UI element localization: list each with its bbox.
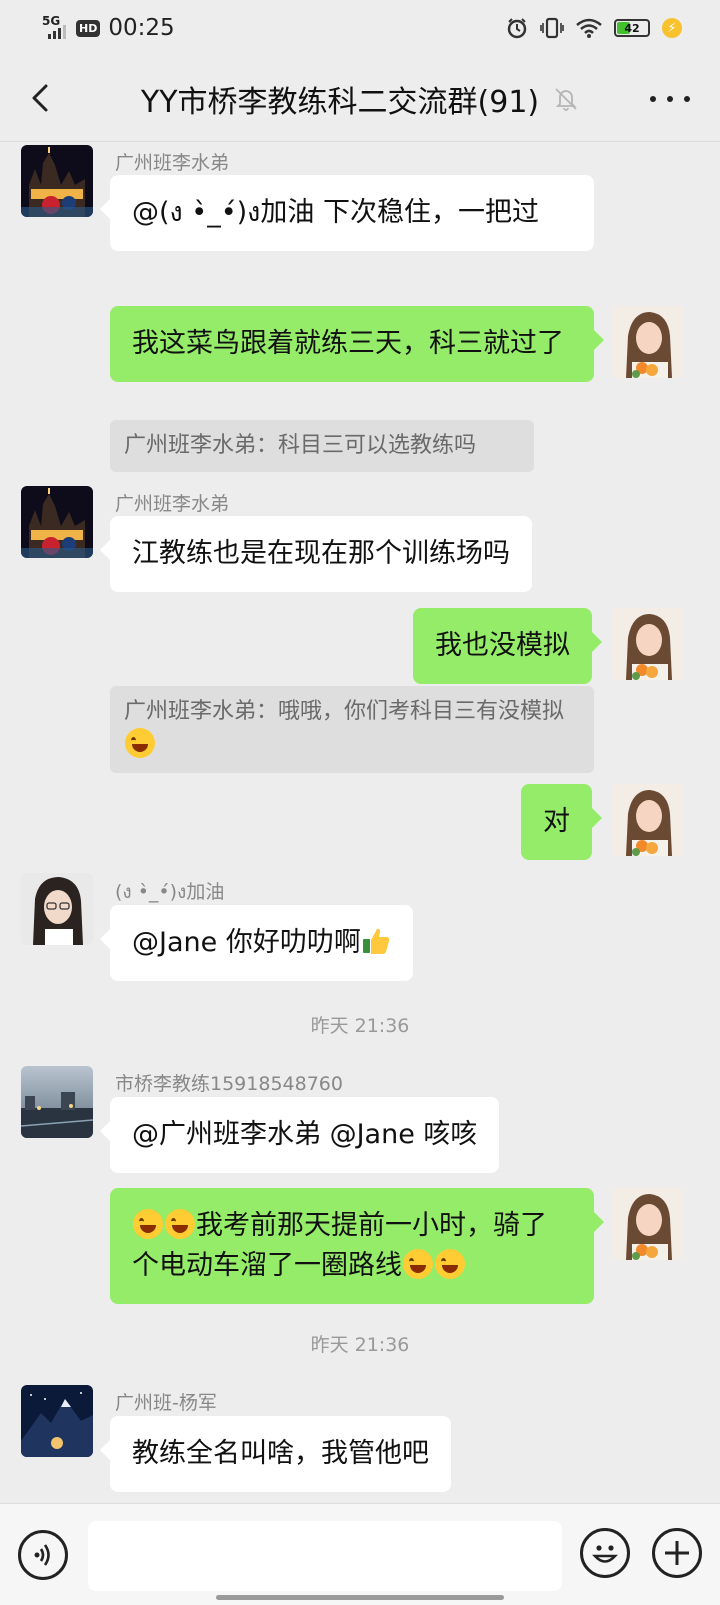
timestamp: 昨天 21:36 (310, 1334, 410, 1356)
message-bubble[interactable]: @广州班李水弟 @Jane 咳咳 (99, 1097, 500, 1173)
sender-name: 广州班-杨军 (115, 1392, 217, 1414)
tears-of-joy-emoji-icon (435, 1249, 465, 1279)
back-button[interactable] (22, 78, 62, 118)
quoted-message[interactable]: 广州班李水弟：科目三可以选教练吗 (110, 420, 534, 472)
message-bubble-self[interactable]: 我也没模拟 (413, 608, 602, 684)
timestamp: 昨天 21:36 (310, 1015, 410, 1037)
battery-icon: 42 (614, 19, 650, 37)
tears-of-joy-emoji-icon (133, 1209, 163, 1239)
clock: 00:25 (108, 15, 175, 41)
battery-level: 42 (624, 21, 640, 35)
message-bubble[interactable]: 江教练也是在现在那个训练场吗 (100, 516, 532, 592)
message-bubble[interactable]: @(ง •̀_•́)ง加油 下次稳住，一把过 (100, 175, 594, 251)
thumbs-up-icon (362, 928, 390, 954)
wifi-icon (576, 18, 602, 38)
more-options-button[interactable] (650, 84, 690, 114)
avatar[interactable] (21, 873, 93, 945)
chat-title: YY市桥李教练科二交流群(91) (140, 84, 540, 120)
vibrate-icon (540, 17, 564, 39)
avatar-self[interactable] (612, 608, 684, 680)
emoji-button[interactable] (580, 1528, 630, 1578)
message-bubble-self[interactable]: 对 (521, 784, 602, 860)
charging-icon: ⚡ (662, 18, 682, 38)
tears-of-joy-emoji-icon (165, 1209, 195, 1239)
quoted-message[interactable]: 广州班李水弟：哦哦，你们考科目三有没模拟 (110, 686, 594, 773)
message-bubble-self[interactable]: 我这菜鸟跟着就练三天，科三就过了 (110, 306, 604, 382)
avatar[interactable] (21, 1066, 93, 1138)
message-input[interactable] (88, 1521, 562, 1591)
status-right: 42 ⚡ (506, 17, 682, 39)
avatar[interactable] (21, 145, 93, 217)
input-bar (0, 1503, 720, 1605)
message-bubble[interactable]: 教练全名叫啥，我管他吧 (100, 1416, 451, 1492)
quoted-text: 广州班李水弟：哦哦，你们考科目三有没模拟 (124, 699, 565, 724)
mute-bell-icon (555, 87, 577, 111)
message-text: @Jane 你好叻叻啊 (132, 927, 361, 958)
laughing-emoji-icon (125, 728, 155, 758)
more-functions-button[interactable] (652, 1528, 702, 1578)
sender-name: 市桥李教练15918548760 (115, 1073, 343, 1095)
voice-input-button[interactable] (18, 1530, 68, 1580)
sender-name: 广州班李水弟 (115, 493, 230, 515)
status-left: 5G HD 00:25 (40, 15, 175, 41)
status-bar: 5G HD 00:25 42 ⚡ (0, 0, 720, 56)
avatar[interactable] (21, 1385, 93, 1457)
message-bubble-self[interactable]: 我考前那天提前一小时，骑了个电动车溜了一圈路线 (110, 1188, 604, 1304)
avatar-self[interactable] (612, 306, 684, 378)
avatar-self[interactable] (612, 1188, 684, 1260)
avatar[interactable] (21, 486, 93, 558)
alarm-icon (507, 18, 527, 39)
signal-icon: 5G (40, 15, 68, 39)
chat-header: YY市桥李教练科二交流群(91) (0, 56, 720, 142)
smiley-icon (592, 1545, 618, 1563)
message-bubble[interactable]: @Jane 你好叻叻啊 (100, 905, 413, 981)
hd-icon: HD (76, 19, 101, 37)
home-indicator[interactable] (216, 1595, 504, 1600)
voice-icon (34, 1544, 50, 1566)
sender-name: (ง •̀_•́)ง加油 (115, 881, 225, 903)
plus-icon (665, 1541, 689, 1565)
rofl-emoji-icon (403, 1249, 433, 1279)
avatar-self[interactable] (612, 784, 684, 856)
chat-area[interactable]: 广州班李水弟 @(ง •̀_•́)ง加油 下次稳住，一把过 我这菜鸟跟着就练三天… (0, 143, 720, 1503)
sender-name: 广州班李水弟 (115, 152, 230, 174)
